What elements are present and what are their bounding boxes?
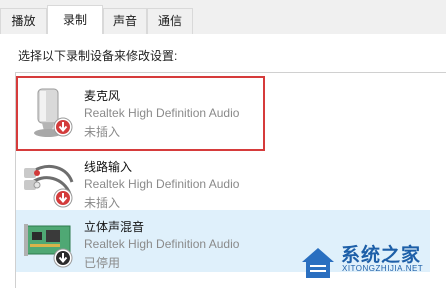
tab-strip: 播放 录制 声音 通信	[0, 0, 446, 35]
device-name: 立体声混音	[84, 220, 145, 234]
microphone-icon	[34, 88, 73, 137]
watermark-logo: 系统之家 XITONGZHIJIA.NET	[296, 236, 446, 288]
sound-card-icon	[24, 224, 73, 268]
device-status: 未插入	[84, 125, 121, 139]
house-logo-icon	[302, 248, 334, 278]
tab-recording[interactable]: 录制	[47, 5, 103, 35]
unplugged-badge	[53, 117, 73, 137]
instruction-label: 选择以下录制设备来修改设置:	[18, 49, 178, 63]
watermark-title: 系统之家	[341, 245, 422, 266]
device-status: 已停用	[84, 256, 121, 270]
device-name: 线路输入	[84, 160, 133, 174]
device-item-line-in[interactable]: 线路输入 Realtek High Definition Audio 未插入	[16, 150, 430, 214]
tab-sounds[interactable]: 声音	[103, 8, 147, 34]
device-description: Realtek High Definition Audio	[84, 177, 240, 191]
unplugged-badge	[53, 188, 73, 208]
device-description: Realtek High Definition Audio	[84, 106, 240, 120]
tab-playback[interactable]: 播放	[0, 8, 47, 34]
tab-communications[interactable]: 通信	[147, 8, 193, 34]
watermark-subtitle: XITONGZHIJIA.NET	[342, 264, 424, 273]
device-status: 未插入	[84, 196, 121, 210]
device-description: Realtek High Definition Audio	[84, 237, 240, 251]
disabled-badge	[53, 248, 73, 268]
device-item-microphone[interactable]: 麦克风 Realtek High Definition Audio 未插入	[16, 79, 430, 143]
line-in-cable-icon	[24, 165, 74, 208]
device-name: 麦克风	[84, 89, 121, 103]
